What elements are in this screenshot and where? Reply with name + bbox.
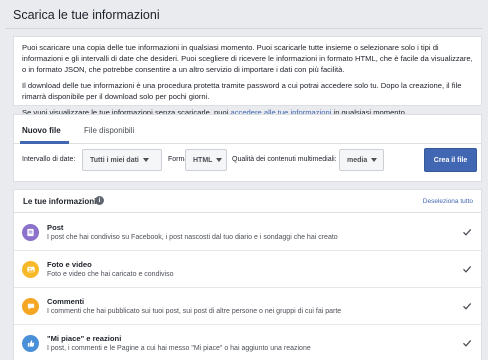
date-range-dropdown[interactable]: Tutti i miei dati: [82, 149, 162, 171]
title-divider: [5, 28, 483, 29]
list-item-photos-videos[interactable]: Foto e video Foto e video che hai carica…: [14, 251, 481, 288]
item-description: I commenti che hai pubblicato sui tuoi p…: [47, 308, 342, 315]
post-icon: [22, 224, 39, 241]
photo-icon: [22, 261, 39, 278]
info-paragraph-1: Puoi scaricare una copia delle tue infor…: [22, 43, 473, 74]
item-title: Commenti: [47, 297, 85, 306]
item-description: I post che hai condiviso su Facebook, i …: [47, 234, 338, 241]
format-value: HTML: [193, 156, 213, 164]
media-quality-value: media: [347, 156, 368, 164]
tab-new-file[interactable]: Nuovo file: [22, 126, 61, 135]
list-item-comments[interactable]: Commenti I commenti che hai pubblicato s…: [14, 288, 481, 325]
page-title: Scarica le tue informazioni: [13, 8, 160, 22]
media-quality-label: Qualità dei contenuti multimediali:: [232, 156, 337, 163]
format-dropdown[interactable]: HTML: [185, 149, 227, 171]
checkmark-icon[interactable]: [462, 301, 472, 311]
download-options-panel: Nuovo file File disponibili Intervallo d…: [13, 114, 482, 182]
item-title: Foto e video: [47, 260, 92, 269]
item-description: I post, i commenti e le Pagine a cui hai…: [47, 345, 311, 352]
info-box: Puoi scaricare una copia delle tue infor…: [13, 36, 482, 117]
tab-bar: Nuovo file File disponibili: [14, 115, 481, 144]
chevron-down-icon: [216, 158, 223, 162]
comment-icon: [22, 298, 39, 315]
list-header: Le tue informazioni i Deseleziona tutto: [14, 190, 481, 213]
info-icon[interactable]: i: [95, 196, 104, 205]
checkmark-icon[interactable]: [462, 338, 472, 348]
info-paragraph-2: Il download delle tue informazioni è una…: [22, 81, 462, 101]
deselect-all-link[interactable]: Deseleziona tutto: [423, 198, 473, 205]
checkmark-icon[interactable]: [462, 227, 472, 237]
list-item-post[interactable]: Post I post che hai condiviso su Faceboo…: [14, 214, 481, 251]
item-description: Foto e video che hai caricato e condivis…: [47, 271, 174, 278]
like-icon: [22, 335, 39, 352]
date-range-value: Tutti i miei dati: [90, 156, 139, 164]
chevron-down-icon: [142, 158, 149, 162]
create-file-button[interactable]: Crea il file: [424, 148, 477, 172]
tab-available-files[interactable]: File disponibili: [84, 126, 134, 135]
list-title: Le tue informazioni: [23, 197, 97, 206]
chevron-down-icon: [371, 158, 378, 162]
list-item-likes-reactions[interactable]: "Mi piace" e reazioni I post, i commenti…: [14, 325, 481, 360]
item-title: "Mi piace" e reazioni: [47, 334, 122, 343]
item-title: Post: [47, 223, 64, 232]
date-range-label: Intervallo di date:: [22, 156, 76, 163]
media-quality-dropdown[interactable]: media: [339, 149, 384, 171]
active-tab-indicator: [20, 141, 69, 144]
information-list: Le tue informazioni i Deseleziona tutto …: [13, 189, 482, 360]
checkmark-icon[interactable]: [462, 264, 472, 274]
